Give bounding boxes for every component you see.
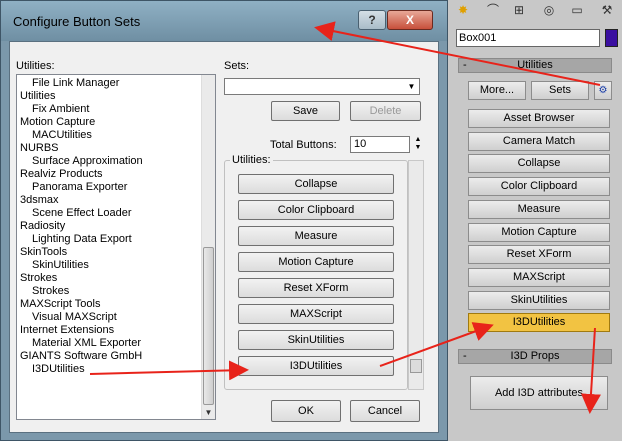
utility-button[interactable]: I3DUtilities [468, 313, 610, 333]
set-button[interactable]: MAXScript [238, 304, 394, 324]
utility-button[interactable]: Collapse [468, 154, 610, 174]
set-button[interactable]: Color Clipboard [238, 200, 394, 220]
panel-tab-strip: ✸ ⌒ ⊞ ◎ ▭ ⚒ [448, 0, 622, 20]
configure-button-sets-icon[interactable]: ⚙ [594, 81, 612, 100]
utility-button[interactable]: SkinUtilities [468, 290, 610, 310]
command-panel: ✸ ⌒ ⊞ ◎ ▭ ⚒ Box001 - Utilities More... S… [448, 0, 622, 441]
list-item[interactable]: NURBS [20, 142, 59, 155]
utility-button[interactable]: Measure [468, 199, 610, 219]
total-buttons-input[interactable]: 10 [350, 136, 410, 153]
group-scroll-thumb[interactable] [410, 359, 422, 373]
list-item[interactable]: File Link Manager [32, 77, 119, 90]
add-i3d-attributes-button[interactable]: Add I3D attributes [470, 376, 608, 410]
utilities-list[interactable]: ▼ File Link Manager Utilities Fix Ambient M… [16, 74, 216, 420]
group-scrollbar[interactable] [408, 160, 424, 390]
utilities-list-label: Utilities: [16, 60, 55, 72]
close-button[interactable]: X [387, 10, 433, 30]
list-scrollbar[interactable]: ▼ [201, 75, 215, 419]
utility-button[interactable]: Camera Match [468, 131, 610, 151]
i3d-props-rollout-title: I3D Props [510, 350, 560, 362]
dialog-client-area: Utilities: ▼ File Link Manager Utilities F… [9, 41, 439, 433]
list-item[interactable]: Lighting Data Export [32, 233, 132, 246]
list-item[interactable]: Fix Ambient [32, 103, 89, 116]
set-button[interactable]: I3DUtilities [238, 356, 394, 376]
set-button[interactable]: Reset XForm [238, 278, 394, 298]
cancel-button[interactable]: Cancel [350, 400, 420, 422]
utilities-rollout-title: Utilities [517, 59, 553, 71]
list-item[interactable]: Surface Approximation [32, 155, 143, 168]
list-item[interactable]: Strokes [32, 285, 69, 298]
list-item[interactable]: Material XML Exporter [32, 337, 141, 350]
utility-button[interactable]: Color Clipboard [468, 177, 610, 197]
list-item[interactable]: SkinTools [20, 246, 67, 259]
utilities-rollout-header[interactable]: - Utilities [458, 58, 612, 73]
set-button[interactable]: Collapse [238, 174, 394, 194]
sets-dropdown[interactable]: ▼ [224, 78, 420, 95]
spinner-arrows-icon[interactable]: ▲ ▼ [413, 136, 423, 153]
list-item[interactable]: Radiosity [20, 220, 65, 233]
sets-label: Sets: [224, 60, 250, 72]
utility-button[interactable]: Asset Browser [468, 109, 610, 128]
collapse-minus-icon: - [463, 59, 467, 71]
save-button[interactable]: Save [271, 101, 340, 121]
create-tab-icon[interactable]: ✸ [452, 0, 474, 20]
set-button[interactable]: Measure [238, 226, 394, 246]
group-title: Utilities: [230, 154, 273, 166]
list-item[interactable]: MAXScript Tools [20, 298, 101, 311]
utility-button[interactable]: Motion Capture [468, 222, 610, 242]
list-item[interactable]: Internet Extensions [20, 324, 114, 337]
list-item[interactable]: 3dsmax [20, 194, 59, 207]
help-button[interactable]: ? [358, 10, 386, 30]
scroll-down-arrow-icon[interactable]: ▼ [203, 407, 214, 418]
list-item[interactable]: MACUtilities [32, 129, 92, 142]
list-item[interactable]: Realviz Products [20, 168, 103, 181]
object-name-field[interactable]: Box001 [456, 29, 600, 47]
utilities-tab-icon[interactable]: ⚒ [596, 0, 618, 20]
object-color-swatch[interactable] [605, 29, 618, 47]
dialog-title: Configure Button Sets [13, 14, 141, 29]
sets-button[interactable]: Sets [531, 81, 589, 100]
list-item[interactable]: I3DUtilities [32, 363, 85, 376]
list-item[interactable]: Visual MAXScript [32, 311, 117, 324]
list-item[interactable]: Scene Effect Loader [32, 207, 131, 220]
display-tab-icon[interactable]: ▭ [566, 0, 588, 20]
i3d-props-rollout-header[interactable]: - I3D Props [458, 349, 612, 364]
list-item[interactable]: SkinUtilities [32, 259, 89, 272]
list-scroll-thumb[interactable] [203, 247, 214, 405]
dropdown-arrow-icon[interactable]: ▼ [405, 80, 418, 93]
set-button[interactable]: Motion Capture [238, 252, 394, 272]
modify-tab-icon[interactable]: ⌒ [482, 0, 504, 20]
list-item[interactable]: Utilities [20, 90, 55, 103]
hierarchy-tab-icon[interactable]: ⊞ [508, 0, 530, 20]
list-item[interactable]: Strokes [20, 272, 57, 285]
delete-button[interactable]: Delete [350, 101, 421, 121]
list-item[interactable]: Panorama Exporter [32, 181, 127, 194]
configure-button-sets-dialog: Configure Button Sets ? X Utilities: ▼ F… [0, 0, 448, 441]
list-item[interactable]: Motion Capture [20, 116, 95, 129]
motion-tab-icon[interactable]: ◎ [538, 0, 560, 20]
utility-button[interactable]: Reset XForm [468, 245, 610, 265]
collapse-minus-icon: - [463, 350, 467, 362]
list-item[interactable]: GIANTS Software GmbH [20, 350, 142, 363]
title-bar[interactable]: Configure Button Sets ? X [1, 1, 447, 41]
set-button[interactable]: SkinUtilities [238, 330, 394, 350]
total-buttons-label: Total Buttons: [270, 139, 337, 151]
utility-button[interactable]: MAXScript [468, 267, 610, 287]
utilities-group-box: Collapse Color Clipboard Measure Motion Cap… [224, 160, 408, 390]
more-button[interactable]: More... [468, 81, 526, 100]
ok-button[interactable]: OK [271, 400, 341, 422]
